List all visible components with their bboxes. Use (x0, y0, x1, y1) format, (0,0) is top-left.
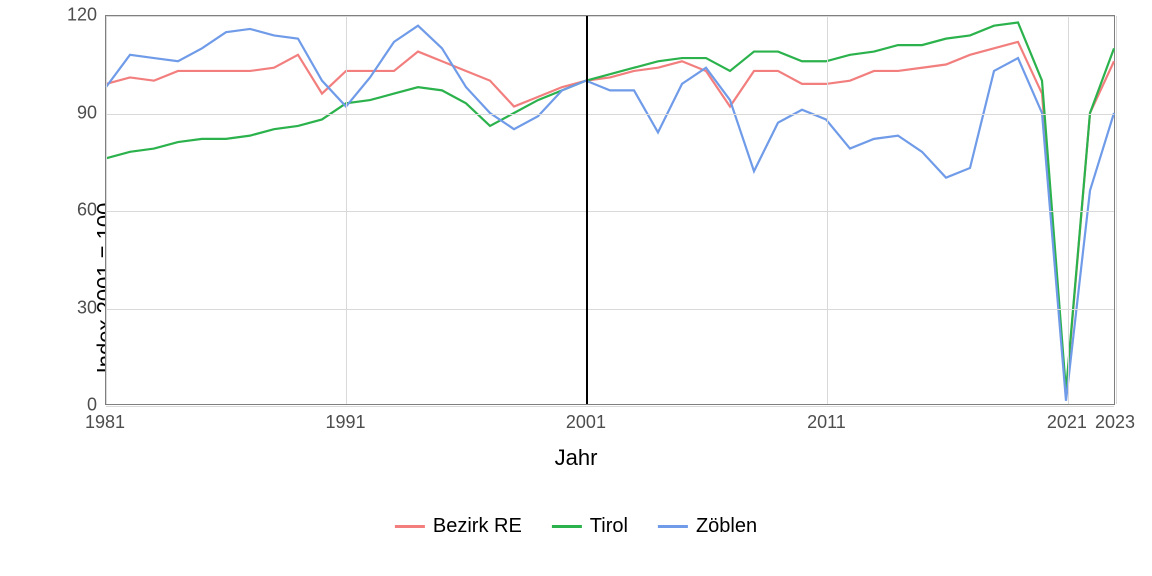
legend-item: Zöblen (658, 515, 757, 538)
gridline-v (1116, 16, 1117, 404)
series-Bezirk RE (106, 42, 1114, 394)
gridline-h (106, 114, 1114, 115)
y-tick-label: 60 (57, 200, 97, 221)
gridline-h (106, 309, 1114, 310)
legend: Bezirk RE Tirol Zöblen (395, 515, 757, 538)
series-Zöblen (106, 26, 1114, 401)
chart-lines (106, 16, 1114, 404)
x-tick-label: 2021 (1047, 412, 1087, 433)
x-tick-label: 2011 (807, 412, 846, 433)
line-chart: Index 2001 = 100 Jahr Bezirk RETirolZöbl… (0, 0, 1152, 576)
legend-item: Bezirk RE (395, 515, 522, 538)
x-tick-label: 2023 (1095, 412, 1135, 433)
y-tick-label: 30 (57, 297, 97, 318)
gridline-h (106, 16, 1114, 17)
gridline-h (106, 406, 1114, 407)
plot-area (105, 15, 1115, 405)
gridline-v (346, 16, 347, 404)
gridline-v (827, 16, 828, 404)
y-tick-label: 120 (57, 5, 97, 26)
legend-label: Tirol (590, 515, 628, 538)
legend-swatch (552, 525, 582, 528)
x-tick-label: 1991 (325, 412, 365, 433)
legend-label: Bezirk RE (433, 515, 522, 538)
legend-swatch (658, 525, 688, 528)
gridline-v (1068, 16, 1069, 404)
x-tick-label: 1981 (85, 412, 125, 433)
gridline-h (106, 211, 1114, 212)
x-tick-label: 2001 (566, 412, 606, 433)
legend-swatch (395, 525, 425, 528)
y-tick-label: 90 (57, 102, 97, 123)
legend-label: Zöblen (696, 515, 757, 538)
legend-item: Tirol (552, 515, 628, 538)
reference-line (586, 16, 588, 404)
gridline-v (106, 16, 107, 404)
x-axis-title: Jahr (555, 445, 598, 471)
